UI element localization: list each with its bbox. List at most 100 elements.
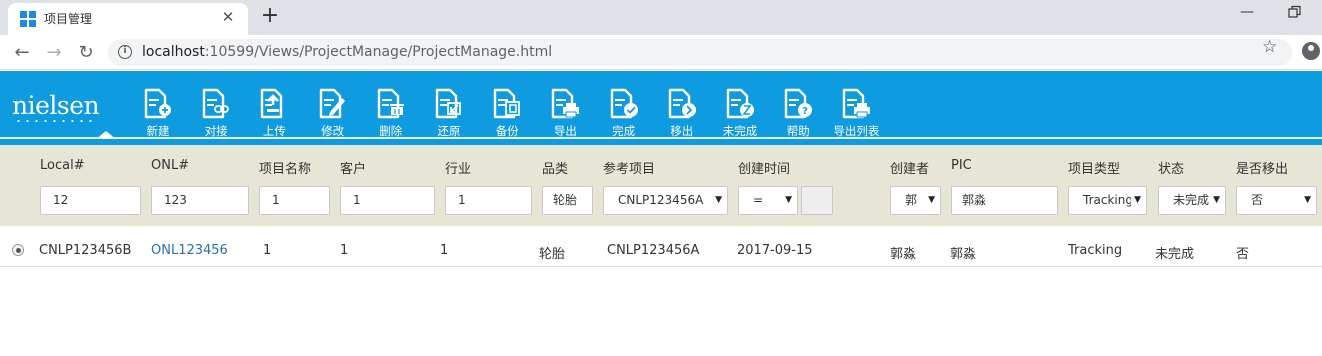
local-input[interactable]: 12	[40, 186, 141, 215]
moved-out-value: 否	[1251, 193, 1264, 207]
info-icon[interactable]: i	[118, 45, 132, 59]
toolbar-button-restore-doc[interactable]: 还原	[419, 88, 479, 140]
back-button[interactable]: ←	[8, 39, 36, 67]
chevron-down-icon: ▼	[1131, 187, 1141, 214]
toolbar-label: 还原	[437, 124, 461, 138]
toolbar-button-backup-doc[interactable]: 备份	[477, 88, 537, 140]
status-select[interactable]: 未完成 ▼	[1158, 186, 1226, 215]
toolbar-label: 帮助	[786, 124, 810, 138]
new-doc-icon	[144, 88, 171, 119]
created-op-value: =	[753, 193, 764, 207]
move-out-doc-icon	[668, 88, 696, 119]
toolbar-button-export-list-doc[interactable]: 导出列表	[826, 88, 886, 140]
reload-button[interactable]: ↻	[72, 39, 100, 67]
ref-project-select[interactable]: CNLP123456A ▼	[603, 186, 728, 215]
toolbar-label: 上传	[262, 124, 286, 138]
header-onl: ONL#	[151, 158, 190, 173]
new-tab-button[interactable]: +	[258, 3, 282, 29]
header-local: Local#	[40, 158, 85, 173]
header-created-time: 创建时间	[738, 162, 791, 177]
help-doc-icon: ?	[784, 88, 813, 119]
toolbar-button-export-doc[interactable]: 导出	[535, 88, 595, 140]
pic-input[interactable]: 郭淼	[951, 186, 1058, 215]
project-name-input[interactable]: 1	[259, 186, 330, 215]
toolbar-button-link-doc[interactable]: 对接	[186, 88, 246, 140]
project-type-value: Tracking	[1083, 193, 1133, 207]
cell-moved-out: 否	[1236, 247, 1250, 262]
created-date-input[interactable]	[801, 186, 833, 215]
header-creator: 创建者	[890, 162, 930, 177]
restore-window-icon[interactable]	[1288, 5, 1302, 19]
profile-avatar-icon[interactable]	[1302, 42, 1320, 60]
forward-button[interactable]: →	[40, 39, 68, 67]
toolbar-label: 对接	[204, 124, 228, 138]
cell-project-name: 1	[263, 243, 272, 258]
header-category: 品类	[542, 162, 569, 177]
toolbar-label: 修改	[321, 124, 345, 138]
logo-notch	[96, 131, 116, 139]
svg-text:?: ?	[802, 106, 808, 117]
toolbar-label: 导出列表	[833, 124, 880, 138]
browser-tab[interactable]: 项目管理 ✕	[8, 3, 248, 35]
browser-toolbar: ← → ↻ i localhost:10599/Views/ProjectMan…	[0, 35, 1322, 70]
ref-project-value: CNLP123456A	[618, 193, 704, 207]
browser-tabstrip: 项目管理 ✕ + —	[0, 0, 1322, 35]
toolbar-button-edit-doc[interactable]: 修改	[303, 88, 363, 140]
url-text: localhost:10599/Views/ProjectManage/Proj…	[142, 44, 552, 60]
creator-select[interactable]: 郭 ▼	[890, 186, 941, 215]
cell-category: 轮胎	[539, 247, 566, 262]
chevron-down-icon: ▼	[1210, 187, 1220, 214]
url-path: :10599/Views/ProjectManage/ProjectManage…	[204, 44, 553, 60]
row-select-radio[interactable]	[12, 244, 24, 256]
toolbar-button-new-doc[interactable]: 新建	[128, 88, 188, 140]
upload-doc-icon	[261, 88, 283, 119]
chevron-down-icon: ▼	[925, 187, 935, 214]
export-list-doc-icon	[843, 88, 871, 119]
category-input[interactable]: 轮胎	[542, 186, 593, 215]
created-op-select[interactable]: = ▼	[738, 186, 798, 215]
header-project-name: 项目名称	[259, 162, 312, 177]
project-type-select[interactable]: Tracking ▼	[1068, 186, 1147, 215]
complete-doc-icon	[610, 88, 638, 119]
toolbar-label: 完成	[612, 124, 636, 138]
status-value: 未完成	[1173, 193, 1210, 207]
toolbar-button-upload-doc[interactable]: 上传	[244, 88, 304, 140]
toolbar-button-complete-doc[interactable]: 完成	[594, 88, 654, 140]
cell-pic: 郭淼	[950, 247, 977, 262]
chevron-down-icon: ▼	[1301, 187, 1311, 214]
client-input[interactable]: 1	[340, 186, 435, 215]
windows-grid-icon	[20, 11, 36, 27]
toolbar-label: 备份	[495, 124, 519, 138]
cell-client: 1	[340, 243, 349, 258]
header-ref-project: 参考项目	[603, 162, 656, 177]
delete-doc-icon	[377, 88, 404, 119]
header-status: 状态	[1158, 162, 1185, 177]
tab-title: 项目管理	[44, 12, 93, 26]
link-doc-icon	[202, 88, 230, 119]
toolbar-label: 移出	[670, 124, 694, 138]
toolbar-button-move-out-doc[interactable]: 移出	[652, 88, 712, 140]
moved-out-select[interactable]: 否 ▼	[1236, 186, 1317, 215]
onl-input[interactable]: 123	[151, 186, 249, 215]
header-client: 客户	[340, 162, 367, 177]
toolbar-button-incomplete-doc[interactable]: 未完成	[710, 88, 770, 140]
tab-close-icon[interactable]: ✕	[218, 8, 238, 26]
industry-input[interactable]: 1	[445, 186, 532, 215]
toolbar-button-delete-doc[interactable]: 删除	[361, 88, 421, 140]
nielsen-logo: nielsen	[12, 91, 100, 120]
header-moved-out: 是否移出	[1236, 162, 1289, 177]
toolbar-label: 新建	[146, 124, 170, 138]
toolbar-label: 未完成	[722, 124, 758, 138]
creator-value: 郭	[905, 193, 918, 207]
cell-creator: 郭淼	[890, 247, 917, 262]
toolbar-button-help-doc[interactable]: ? 帮助	[768, 88, 828, 140]
cell-project-type: Tracking	[1068, 243, 1123, 258]
minimize-button[interactable]: —	[1240, 4, 1254, 20]
chevron-down-icon: ▼	[782, 187, 792, 214]
toolbar-label: 导出	[553, 124, 577, 138]
cell-local: CNLP123456B	[39, 243, 132, 258]
cell-ref-project: CNLP123456A	[607, 243, 700, 258]
address-bar[interactable]: i localhost:10599/Views/ProjectManage/Pr…	[108, 39, 1292, 66]
cell-onl-link[interactable]: ONL123456	[151, 243, 228, 258]
header-project-type: 项目类型	[1068, 162, 1121, 177]
